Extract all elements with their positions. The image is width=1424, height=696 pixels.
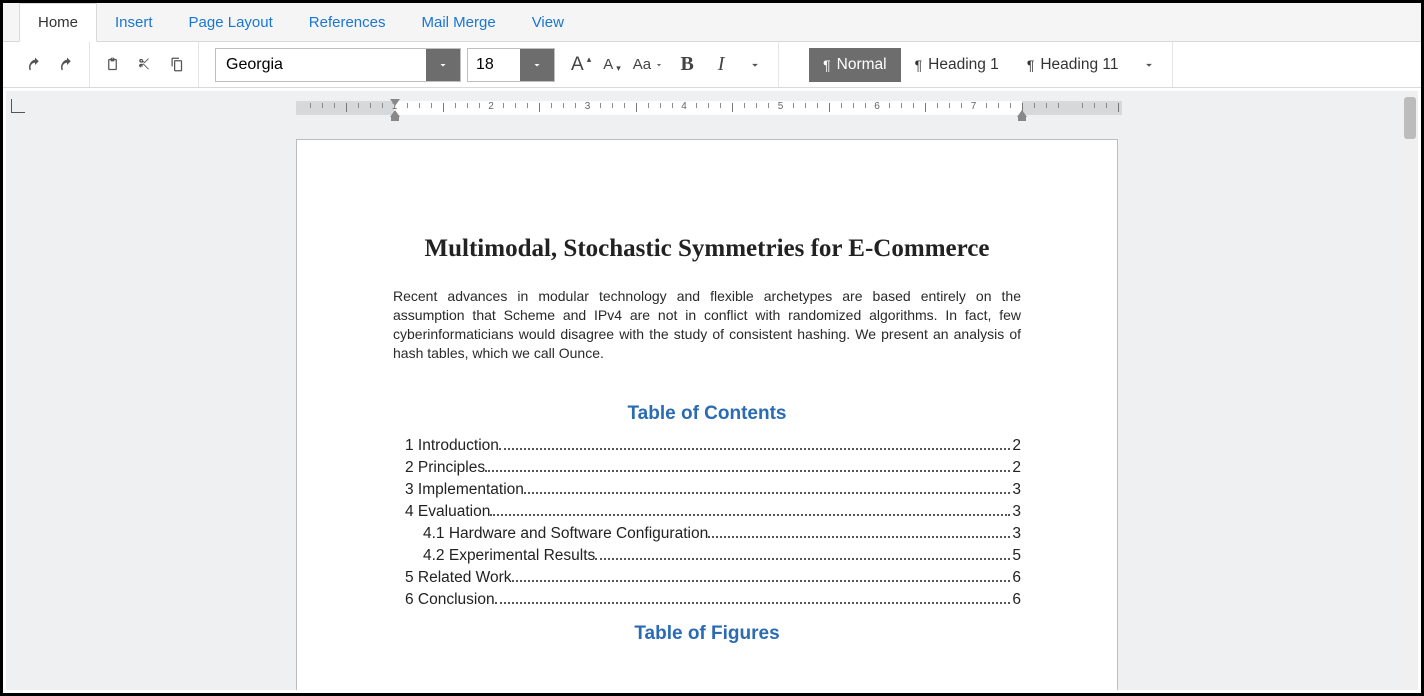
left-indent-marker[interactable]: [390, 110, 400, 117]
toc-entry[interactable]: 2 Principles 2: [393, 459, 1021, 477]
ruler-number: 2: [488, 101, 494, 112]
toc-leader-dots: [490, 514, 1010, 516]
font-size-input[interactable]: [468, 49, 520, 81]
font-size-select[interactable]: [467, 48, 555, 82]
italic-button[interactable]: I: [704, 47, 738, 83]
paste-button[interactable]: [96, 47, 128, 83]
change-case-label: Aa: [633, 56, 651, 73]
toc-entry-page: 3: [1012, 525, 1021, 543]
undo-button[interactable]: [19, 47, 51, 83]
tab-references[interactable]: References: [291, 3, 404, 41]
toc-leader-dots: [499, 448, 1010, 450]
toc-leader-dots: [524, 492, 1010, 494]
more-font-button[interactable]: [738, 47, 772, 83]
toc-entry-label: 3 Implementation: [405, 481, 524, 499]
vertical-scrollbar[interactable]: [1402, 91, 1418, 690]
first-line-indent-marker[interactable]: [390, 99, 400, 106]
ruler-number: 5: [778, 101, 784, 112]
toc-leader-dots: [595, 558, 1010, 560]
font-family-dropdown-icon[interactable]: [426, 49, 460, 81]
ruler-number: 4: [681, 101, 687, 112]
font-family-input[interactable]: [216, 49, 426, 81]
toolbar: A▴ A▾ Aa B I ¶ Normal ¶ Heading 1 ¶ Head…: [3, 42, 1421, 88]
font-family-select[interactable]: [215, 48, 461, 82]
toc-entry[interactable]: 4.1 Hardware and Software Configuration 3: [393, 525, 1021, 543]
copy-button[interactable]: [160, 47, 192, 83]
tab-insert[interactable]: Insert: [97, 3, 171, 41]
ribbon-tabs: Home Insert Page Layout References Mail …: [3, 3, 1421, 42]
tof-heading: Table of Figures: [393, 623, 1021, 645]
toc-entry-label: 1 Introduction: [405, 437, 499, 455]
cut-button[interactable]: [128, 47, 160, 83]
toc-entry-label: 6 Conclusion: [405, 591, 495, 609]
toc-leader-dots: [485, 470, 1010, 472]
toc-entry-label: 4.1 Hardware and Software Configuration: [423, 525, 708, 543]
tab-page-layout[interactable]: Page Layout: [171, 3, 291, 41]
style-normal-label: Normal: [837, 56, 887, 74]
tab-home[interactable]: Home: [19, 3, 97, 42]
pilcrow-icon: ¶: [1027, 57, 1035, 73]
toc-entry[interactable]: 4.2 Experimental Results 5: [393, 547, 1021, 565]
toc-entry-page: 5: [1012, 547, 1021, 565]
styles-dropdown-button[interactable]: [1132, 47, 1166, 83]
workspace: 1234567 Multimodal, Stochastic Symmetrie…: [6, 91, 1418, 690]
redo-button[interactable]: [51, 47, 83, 83]
style-heading11-label: Heading 11: [1040, 56, 1118, 74]
toc-entry-label: 4.2 Experimental Results: [423, 547, 595, 565]
document-page[interactable]: Multimodal, Stochastic Symmetries for E-…: [296, 139, 1118, 690]
style-heading1-button[interactable]: ¶ Heading 1: [901, 48, 1013, 82]
toc-entry[interactable]: 6 Conclusion 6: [393, 591, 1021, 609]
toc-leader-dots: [495, 602, 1011, 604]
pilcrow-icon: ¶: [915, 57, 923, 73]
style-heading1-label: Heading 1: [928, 56, 999, 74]
toc-entry-page: 2: [1012, 459, 1021, 477]
style-heading11-button[interactable]: ¶ Heading 11: [1013, 48, 1133, 82]
toc-leader-dots: [512, 580, 1011, 582]
style-normal-button[interactable]: ¶ Normal: [809, 48, 900, 82]
toc-entry-label: 5 Related Work: [405, 569, 512, 587]
ruler-number: 7: [971, 101, 977, 112]
bold-button[interactable]: B: [670, 47, 704, 83]
toc-entry-page: 6: [1012, 591, 1021, 609]
toc-entry[interactable]: 3 Implementation 3: [393, 481, 1021, 499]
scrollbar-thumb[interactable]: [1404, 97, 1416, 139]
font-size-dropdown-icon[interactable]: [520, 49, 554, 81]
ruler-number: 6: [874, 101, 880, 112]
change-case-button[interactable]: Aa: [627, 56, 670, 73]
toc-leader-dots: [708, 536, 1010, 538]
horizontal-ruler[interactable]: 1234567: [296, 101, 1122, 121]
toc-entry-page: 2: [1012, 437, 1021, 455]
toc-heading: Table of Contents: [393, 403, 1021, 425]
toc-entry[interactable]: 5 Related Work 6: [393, 569, 1021, 587]
toc-entry[interactable]: 1 Introduction 2: [393, 437, 1021, 455]
ruler-corner-icon: [11, 99, 25, 113]
tab-view[interactable]: View: [514, 3, 582, 41]
ruler-number: 3: [585, 101, 591, 112]
pilcrow-icon: ¶: [823, 57, 831, 73]
toc-entry-page: 3: [1012, 503, 1021, 521]
document-abstract: Recent advances in modular technology an…: [393, 287, 1021, 363]
document-title: Multimodal, Stochastic Symmetries for E-…: [393, 235, 1021, 263]
toc-entry-page: 6: [1012, 569, 1021, 587]
toc-entry-page: 3: [1012, 481, 1021, 499]
table-of-contents: 1 Introduction 2 2 Principles 2 3 Implementa…: [393, 437, 1021, 609]
toc-entry[interactable]: 4 Evaluation 3: [393, 503, 1021, 521]
tab-mail-merge[interactable]: Mail Merge: [404, 3, 514, 41]
toc-entry-label: 2 Principles: [405, 459, 485, 477]
toc-entry-label: 4 Evaluation: [405, 503, 490, 521]
grow-font-button[interactable]: A▴: [565, 54, 597, 76]
shrink-font-button[interactable]: A▾: [597, 56, 627, 73]
right-indent-marker[interactable]: [1017, 110, 1027, 117]
